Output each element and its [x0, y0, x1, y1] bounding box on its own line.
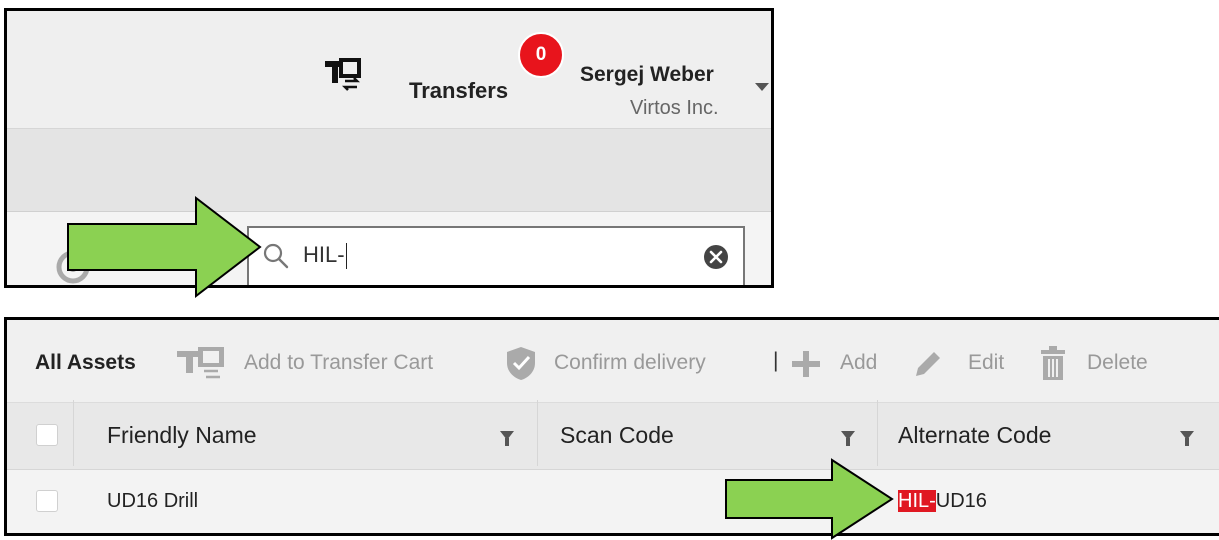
filter-icon[interactable] [500, 431, 514, 446]
select-all-checkbox[interactable] [36, 424, 58, 446]
column-divider [537, 400, 538, 466]
add-button[interactable]: Add [840, 351, 877, 375]
clear-icon[interactable] [703, 244, 729, 270]
all-assets-tab[interactable]: All Assets [35, 351, 136, 375]
delete-button[interactable]: Delete [1087, 351, 1148, 375]
company-name: Virtos Inc. [630, 97, 719, 119]
pencil-icon [916, 352, 940, 376]
user-menu-chevron-down-icon[interactable] [755, 83, 769, 91]
annotation-arrow-search [66, 196, 262, 298]
shield-check-icon [507, 347, 535, 380]
column-header-friendly-name[interactable]: Friendly Name [107, 422, 257, 449]
trash-icon [1041, 346, 1065, 380]
search-input[interactable]: HIL- [247, 226, 745, 285]
filter-icon[interactable] [1180, 431, 1194, 446]
user-name[interactable]: Sergej Weber [580, 63, 714, 87]
confirm-delivery-button[interactable]: Confirm delivery [554, 351, 706, 375]
column-header-alternate-code[interactable]: Alternate Code [898, 422, 1051, 449]
filter-icon[interactable] [841, 431, 855, 446]
cart-icon [177, 347, 224, 379]
plus-icon [792, 351, 820, 377]
row-checkbox[interactable] [36, 490, 58, 512]
cell-friendly-name: UD16 Drill [107, 490, 199, 512]
search-match-highlight: HIL- [898, 490, 936, 512]
search-input-value[interactable]: HIL- [303, 242, 347, 270]
column-divider [73, 400, 74, 466]
add-to-transfer-cart-button[interactable]: Add to Transfer Cart [244, 351, 433, 375]
edit-button[interactable]: Edit [968, 351, 1004, 375]
header-bar: Transfers 0 Sergej Weber Virtos Inc. [7, 11, 771, 129]
transfers-link[interactable]: Transfers [409, 78, 508, 104]
annotation-arrow-result [724, 458, 894, 540]
transfers-icon[interactable] [323, 53, 363, 93]
transfers-count-badge: 0 [518, 32, 564, 78]
search-icon [263, 243, 289, 269]
toolbar-separator: | [773, 349, 779, 372]
column-header-scan-code[interactable]: Scan Code [560, 422, 674, 449]
cell-alternate-code: HIL-UD16 [898, 490, 987, 512]
column-divider [877, 400, 878, 466]
